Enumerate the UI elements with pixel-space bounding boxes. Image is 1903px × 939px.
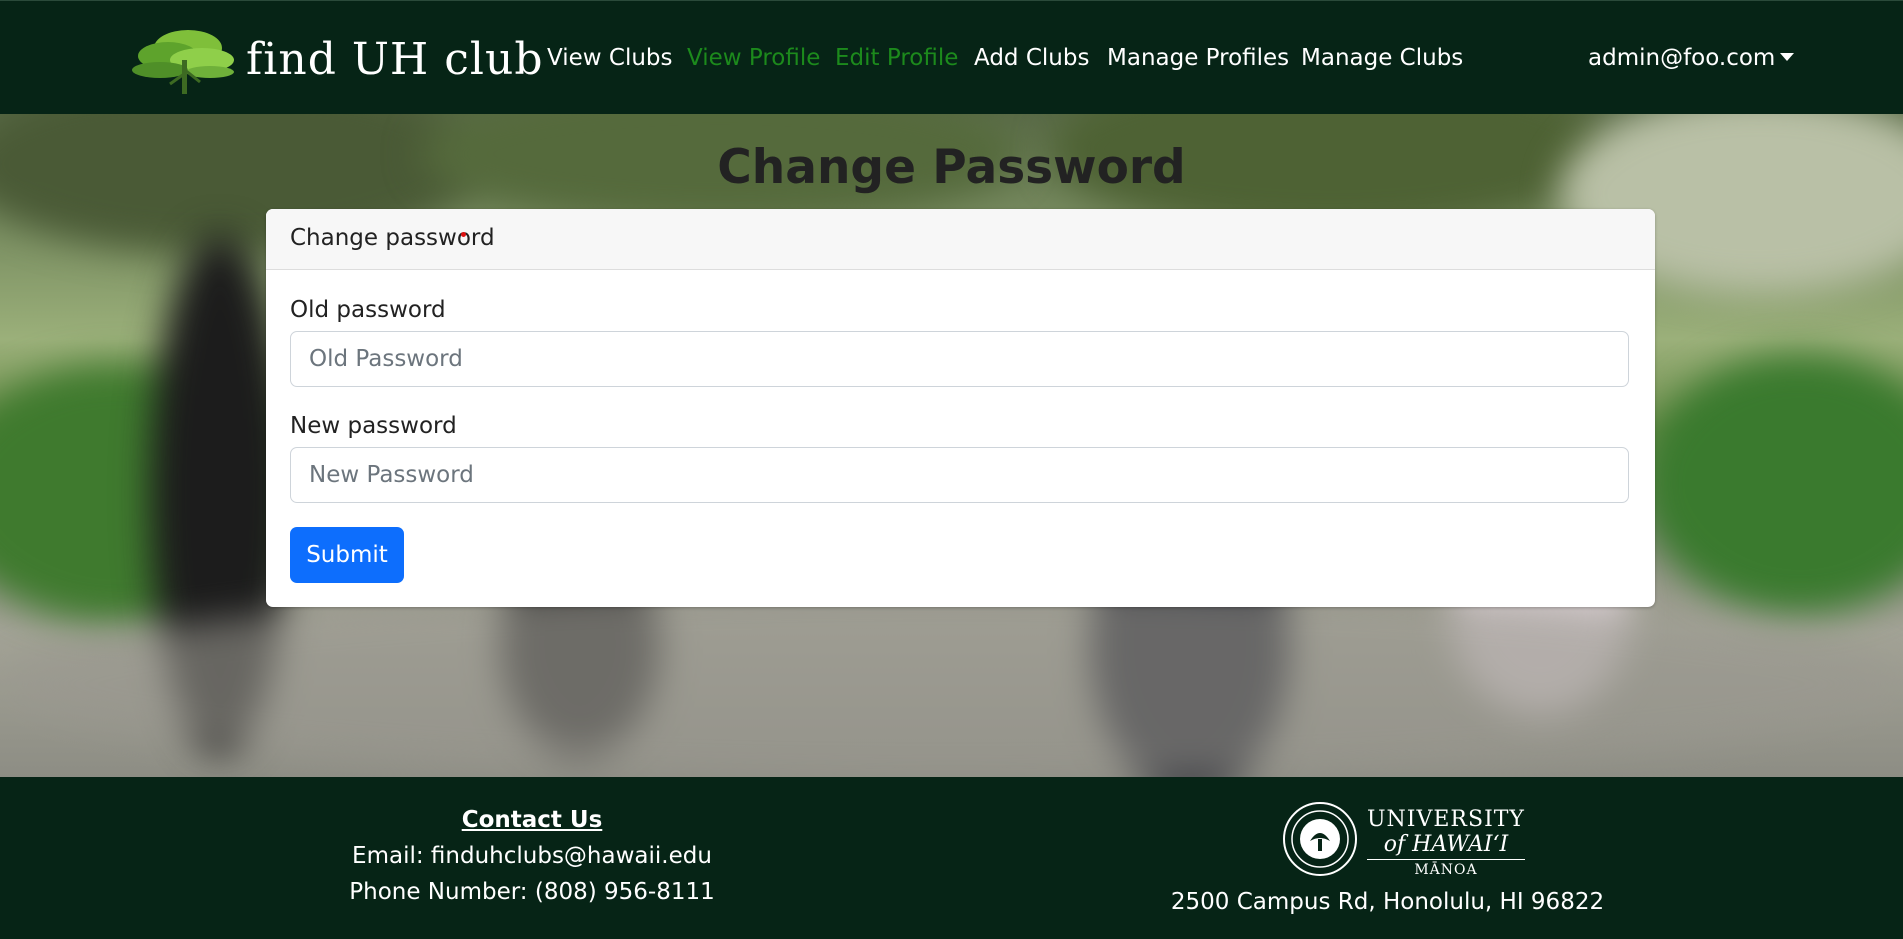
user-dropdown[interactable]: admin@foo.com [1588, 45, 1795, 71]
contact-section: Contact Us Email: finduhclubs@hawaii.edu… [332, 802, 732, 910]
brand-logo-link[interactable]: find UH club [130, 25, 544, 97]
university-seal-icon [1283, 802, 1357, 876]
page-title: Change Password [717, 140, 1186, 195]
new-password-label: New password [290, 413, 457, 439]
change-password-card: Change password Old password New passwor… [266, 209, 1655, 607]
nav-view-profile[interactable]: View Profile [687, 45, 820, 71]
contact-us-link[interactable]: Contact Us [332, 802, 732, 838]
old-password-input[interactable] [290, 331, 1629, 387]
university-logo: UNIVERSITY of HAWAI‘I MĀNOA [1282, 801, 1525, 881]
new-password-input[interactable] [290, 447, 1629, 503]
brand-name: find UH club [246, 33, 544, 85]
footer-address: 2500 Campus Rd, Honolulu, HI 96822 [1170, 889, 1605, 915]
tree-logo-icon [132, 30, 234, 94]
contact-phone: Phone Number: (808) 956-8111 [349, 879, 715, 905]
mouse-cursor-indicator [461, 232, 466, 237]
nav-manage-clubs[interactable]: Manage Clubs [1301, 45, 1463, 71]
old-password-label: Old password [290, 297, 446, 323]
submit-button[interactable]: Submit [290, 527, 404, 583]
nav-manage-profiles[interactable]: Manage Profiles [1107, 45, 1289, 71]
contact-email: Email: finduhclubs@hawaii.edu [352, 843, 712, 869]
background-photo: Change Password Change password Old pass… [0, 114, 1903, 777]
university-wordmark: UNIVERSITY of HAWAI‘I MĀNOA [1367, 807, 1525, 878]
user-email: admin@foo.com [1588, 45, 1776, 71]
chevron-down-icon [1780, 53, 1795, 61]
top-navbar: find UH club View Clubs View Profile Edi… [0, 0, 1903, 114]
nav-add-clubs[interactable]: Add Clubs [974, 45, 1089, 71]
footer: Contact Us Email: finduhclubs@hawaii.edu… [0, 777, 1903, 939]
nav-view-clubs[interactable]: View Clubs [547, 45, 673, 71]
nav-edit-profile[interactable]: Edit Profile [835, 45, 958, 71]
card-header: Change password [266, 209, 1655, 270]
